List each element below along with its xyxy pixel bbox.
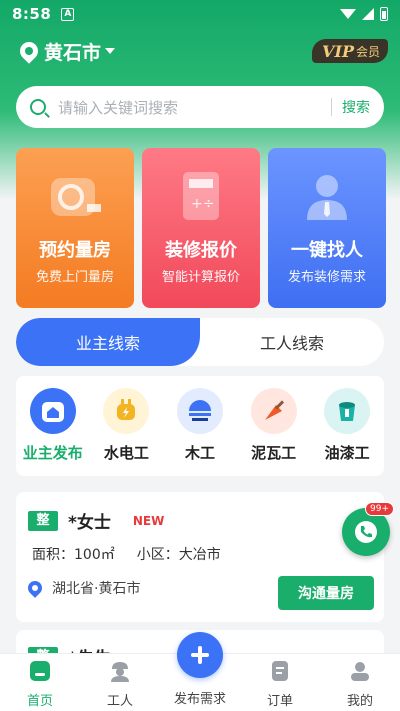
feature-card-measure[interactable]: 预约量房 免费上门量房 <box>16 148 134 308</box>
location-pin-icon <box>25 578 45 598</box>
search-input[interactable]: 请输入关键词搜索 <box>58 97 331 118</box>
lead-community: 小区：大冶市 <box>136 547 221 563</box>
feature-subtitle: 发布装修需求 <box>287 270 366 285</box>
feature-subtitle: 智能计算报价 <box>161 270 240 285</box>
wifi-icon <box>340 9 356 19</box>
feature-card-quote[interactable]: +÷ 装修报价 智能计算报价 <box>142 148 260 308</box>
vip-member-button[interactable]: VIP 会员 <box>312 39 388 63</box>
location-pin-icon[interactable] <box>16 38 42 64</box>
status-bar: 8:58 A <box>0 0 400 28</box>
lead-type-badge: 整 <box>28 510 58 531</box>
floating-call-button[interactable]: 99+ <box>342 502 394 556</box>
category-carpenter[interactable]: 木工 <box>167 388 233 476</box>
vip-sub-label: 会员 <box>355 44 380 59</box>
phone-icon <box>355 521 377 543</box>
status-time: 8:58 <box>12 5 52 23</box>
feature-subtitle: 免费上门量房 <box>35 270 114 285</box>
search-divider <box>331 98 332 116</box>
nav-home[interactable]: 首页 <box>0 654 80 711</box>
nav-label: 首页 <box>26 694 53 709</box>
lead-location: 湖北省·黄石市 <box>52 581 141 597</box>
category-label: 业主发布 <box>22 444 83 462</box>
nav-label: 发布需求 <box>173 692 226 707</box>
bottom-nav: 首页 工人 发布需求 订单 我的 <box>0 632 400 711</box>
nav-label: 工人 <box>106 694 133 709</box>
notification-a-icon: A <box>61 7 75 21</box>
saw-icon <box>176 388 223 434</box>
nav-post-request[interactable]: 发布需求 <box>160 632 240 711</box>
feature-title: 一键找人 <box>291 240 363 261</box>
worker-icon <box>111 662 129 682</box>
trowel-icon <box>250 388 297 434</box>
top-bar: 黄石市 VIP 会员 <box>16 36 388 66</box>
nav-worker[interactable]: 工人 <box>80 654 160 711</box>
category-label: 泥瓦工 <box>251 444 297 462</box>
lead-name: *女士 <box>68 513 111 533</box>
calculator-icon: +÷ <box>183 172 219 220</box>
category-label: 水电工 <box>103 444 149 462</box>
paint-bucket-icon <box>324 388 371 434</box>
nav-profile[interactable]: 我的 <box>320 654 400 711</box>
feature-title: 预约量房 <box>39 240 111 261</box>
contact-measure-button[interactable]: 沟通量房 <box>278 576 374 610</box>
measuring-tape-icon <box>51 178 101 216</box>
svg-text:+÷: +÷ <box>191 196 214 212</box>
category-owner-post[interactable]: 业主发布 <box>20 388 86 476</box>
battery-icon <box>380 7 388 21</box>
new-tag: NEW <box>132 513 165 528</box>
category-label: 油漆工 <box>324 444 370 462</box>
plus-icon <box>177 632 223 678</box>
order-icon <box>272 661 288 681</box>
house-icon <box>29 388 76 434</box>
category-painter[interactable]: 油漆工 <box>314 388 380 476</box>
category-electrician[interactable]: 水电工 <box>93 388 159 476</box>
feature-cards: 预约量房 免费上门量房 +÷ 装修报价 智能计算报价 一键找人 发布装修需求 <box>16 148 386 308</box>
person-icon <box>307 175 347 220</box>
unread-count-badge: 99+ <box>365 502 394 516</box>
city-selector[interactable]: 黄石市 <box>44 38 101 65</box>
profile-icon <box>351 662 369 681</box>
category-label: 木工 <box>184 444 215 462</box>
tab-worker-leads[interactable]: 工人线索 <box>200 318 384 366</box>
search-bar[interactable]: 请输入关键词搜索 搜索 <box>16 86 384 128</box>
nav-orders[interactable]: 订单 <box>240 654 320 711</box>
feature-card-find[interactable]: 一键找人 发布装修需求 <box>268 148 386 308</box>
lead-area: 面积：100㎡ <box>32 547 115 563</box>
search-button[interactable]: 搜索 <box>342 97 370 117</box>
caret-down-icon[interactable] <box>105 48 116 54</box>
nav-label: 订单 <box>266 694 293 709</box>
feature-title: 装修报价 <box>165 240 237 261</box>
home-icon <box>30 661 50 681</box>
search-icon <box>30 99 46 115</box>
plug-icon <box>103 388 150 434</box>
lead-tabs: 业主线索 工人线索 <box>16 318 384 366</box>
category-row: 业主发布 水电工 木工 泥瓦工 油漆工 <box>16 376 384 476</box>
vip-label: VIP <box>322 41 354 61</box>
lead-card[interactable]: 整 *女士 NEW 面积：100㎡ 小区：大冶市 湖北省·黄石市 沟通量房 <box>16 492 384 622</box>
tab-owner-leads[interactable]: 业主线索 <box>16 318 200 366</box>
signal-icon <box>362 8 374 20</box>
nav-label: 我的 <box>346 694 373 709</box>
category-mason[interactable]: 泥瓦工 <box>241 388 307 476</box>
